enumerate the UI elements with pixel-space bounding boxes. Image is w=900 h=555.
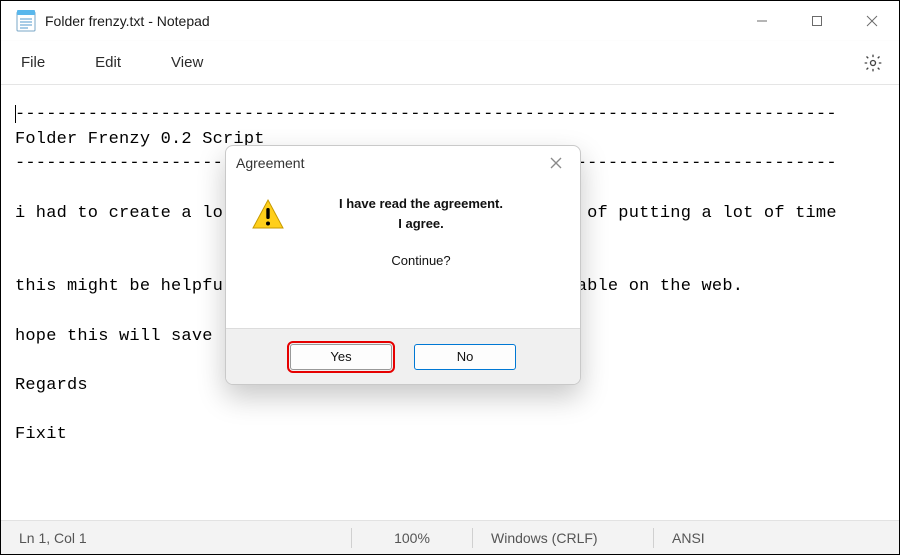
notepad-icon [15, 9, 37, 33]
notepad-window: Folder frenzy.txt - Notepad File Edit Vi… [0, 0, 900, 555]
settings-button[interactable] [853, 43, 893, 83]
window-title: Folder frenzy.txt - Notepad [45, 13, 210, 29]
agreement-dialog: Agreement I have read the agreement. I a… [225, 145, 581, 385]
statusbar: Ln 1, Col 1 100% Windows (CRLF) ANSI [1, 520, 899, 554]
menu-edit[interactable]: Edit [81, 48, 135, 77]
status-zoom: 100% [352, 521, 472, 554]
maximize-button[interactable] [789, 1, 844, 41]
dialog-message: I have read the agreement. I agree. Cont… [290, 194, 560, 318]
status-position: Ln 1, Col 1 [1, 521, 351, 554]
menu-view[interactable]: View [157, 48, 217, 77]
status-encoding: ANSI [654, 521, 899, 554]
dialog-continue: Continue? [290, 251, 552, 271]
dialog-msg-line2: I agree. [398, 216, 444, 231]
dialog-button-row: Yes No [226, 328, 580, 384]
titlebar: Folder frenzy.txt - Notepad [1, 1, 899, 41]
warning-icon [246, 194, 290, 318]
close-button[interactable] [844, 1, 899, 41]
dialog-close-button[interactable] [542, 149, 570, 177]
dialog-msg-line1: I have read the agreement. [339, 196, 503, 211]
status-line-ending: Windows (CRLF) [473, 521, 653, 554]
no-button[interactable]: No [414, 344, 516, 370]
dialog-body: I have read the agreement. I agree. Cont… [226, 180, 580, 328]
dialog-title: Agreement [236, 155, 304, 171]
menubar: File Edit View [1, 41, 899, 85]
yes-button[interactable]: Yes [290, 344, 392, 370]
menu-file[interactable]: File [7, 48, 59, 77]
minimize-button[interactable] [734, 1, 789, 41]
dialog-titlebar: Agreement [226, 146, 580, 180]
text-caret [15, 105, 16, 123]
